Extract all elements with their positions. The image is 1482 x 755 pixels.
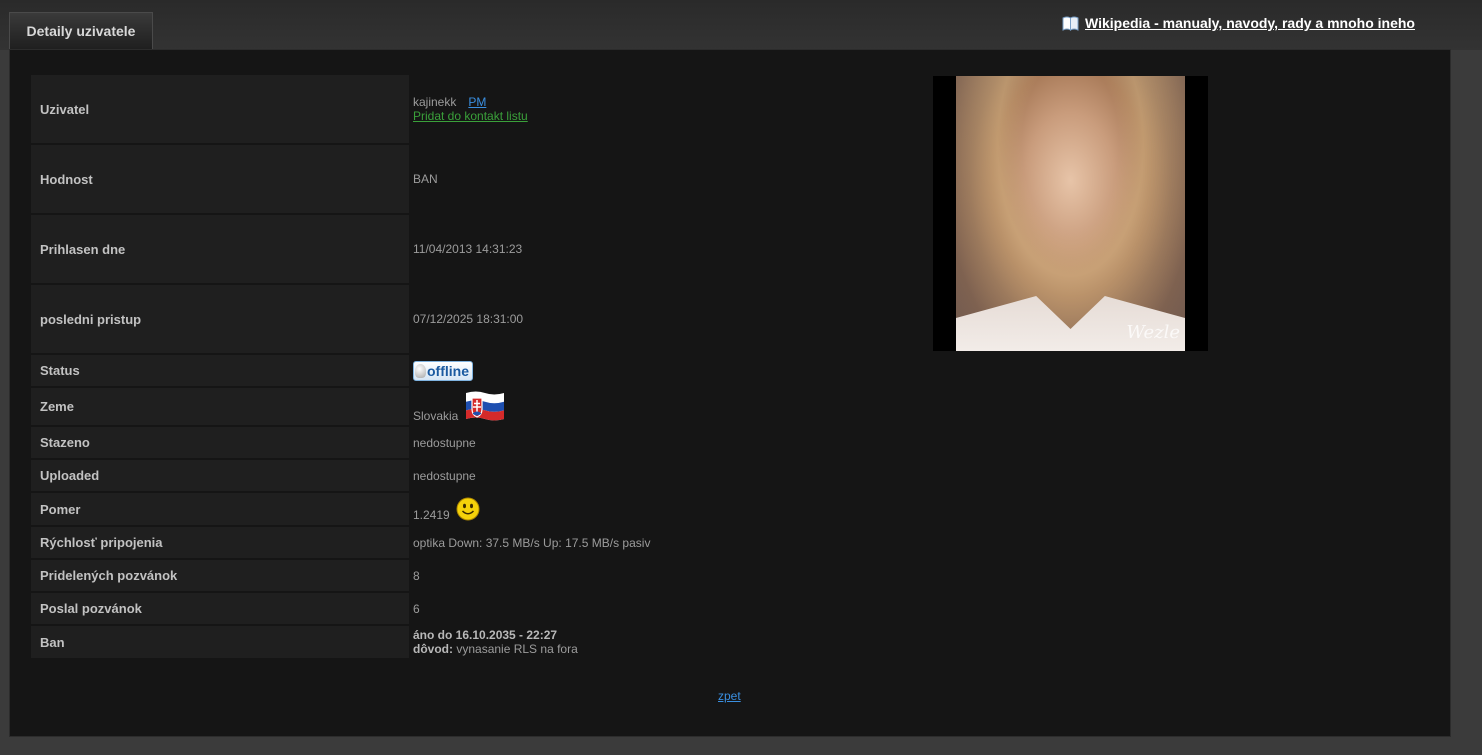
details-panel: Uzivatel kajinekk PM Pridat do kontakt li…: [9, 49, 1451, 737]
value-country: Slovakia: [409, 388, 733, 425]
country-name: Slovakia: [413, 409, 459, 423]
value-ratio: 1.2419: [409, 493, 733, 525]
value-rank: BAN: [413, 172, 438, 186]
avatar: Wezle: [933, 76, 1208, 351]
smiley-icon: [456, 497, 480, 520]
value-invites-sent: 6: [413, 601, 420, 616]
label-speed: Rýchlosť pripojenia: [31, 527, 409, 558]
wikipedia-link[interactable]: Wikipedia - manualy, navody, rady a mnoh…: [1062, 12, 1415, 34]
label-user: Uzivatel: [31, 75, 409, 143]
bulb-icon: [415, 363, 426, 378]
flag-slovakia-icon: [466, 391, 505, 421]
add-contact-link[interactable]: Pridat do kontakt listu: [413, 109, 733, 123]
table-row: Hodnost BAN: [31, 145, 733, 213]
ban-reason-line: dôvod: vynasanie RLS na fora: [413, 642, 733, 656]
table-row: Rýchlosť pripojenia optika Down: 37.5 MB…: [31, 527, 733, 558]
avatar-watermark: Wezle: [1126, 322, 1180, 343]
back-link[interactable]: zpet: [718, 689, 741, 703]
ban-until: áno do 16.10.2035 - 22:27: [413, 628, 558, 642]
label-ban: Ban: [31, 626, 409, 658]
status-badge-text: offline: [427, 362, 469, 379]
label-rank: Hodnost: [31, 145, 409, 213]
book-icon: [1062, 16, 1079, 31]
pm-link[interactable]: PM: [468, 95, 486, 109]
table-row: Uploaded nedostupne: [31, 460, 733, 491]
label-invites-sent: Poslal pozvánok: [31, 593, 409, 624]
value-last-access: 07/12/2025 18:31:00: [413, 312, 524, 326]
label-uploaded: Uploaded: [31, 460, 409, 491]
value-ban: áno do 16.10.2035 - 22:27 dôvod: vynasan…: [409, 626, 733, 658]
scrollbar-track[interactable]: [1458, 50, 1482, 755]
label-registered: Prihlasen dne: [31, 215, 409, 283]
table-row: Uzivatel kajinekk PM Pridat do kontakt li…: [31, 75, 733, 143]
status-badge: offline: [413, 360, 473, 381]
value-speed: optika Down: 37.5 MB/s Up: 17.5 MB/s pas…: [413, 535, 651, 550]
table-row: posledni pristup 07/12/2025 18:31:00: [31, 285, 733, 353]
tab-detaily-uzivatele[interactable]: Detaily uzivatele: [9, 12, 153, 49]
wikipedia-link-text[interactable]: Wikipedia - manualy, navody, rady a mnoh…: [1085, 15, 1415, 31]
ban-reason: vynasanie RLS na fora: [456, 642, 578, 656]
value-status: offline: [409, 355, 733, 386]
table-row: Stazeno nedostupne: [31, 427, 733, 458]
label-country: Zeme: [31, 388, 409, 425]
ratio-value: 1.2419: [413, 507, 450, 522]
table-row: Prihlasen dne 11/04/2013 14:31:23: [31, 215, 733, 283]
user-details-table: Uzivatel kajinekk PM Pridat do kontakt li…: [31, 73, 733, 660]
table-row: Poslal pozvánok 6: [31, 593, 733, 624]
value-uploaded: nedostupne: [413, 468, 476, 483]
value-registered: 11/04/2013 14:31:23: [413, 242, 523, 256]
label-downloaded: Stazeno: [31, 427, 409, 458]
label-invites-given: Pridelených pozvánok: [31, 560, 409, 591]
username: kajinekk: [413, 95, 457, 109]
table-row: Status offline: [31, 355, 733, 386]
label-ratio: Pomer: [31, 493, 409, 525]
table-row: Pridelených pozvánok 8: [31, 560, 733, 591]
value-user: kajinekk PM Pridat do kontakt listu: [409, 75, 733, 143]
label-last-access: posledni pristup: [31, 285, 409, 353]
table-row: Ban áno do 16.10.2035 - 22:27 dôvod: vyn…: [31, 626, 733, 658]
ban-reason-label: dôvod:: [413, 642, 453, 656]
table-row: Pomer 1.2419: [31, 493, 733, 525]
table-row: Zeme Slovakia: [31, 388, 733, 425]
label-status: Status: [31, 355, 409, 386]
value-invites-given: 8: [413, 568, 420, 583]
value-downloaded: nedostupne: [413, 435, 476, 450]
